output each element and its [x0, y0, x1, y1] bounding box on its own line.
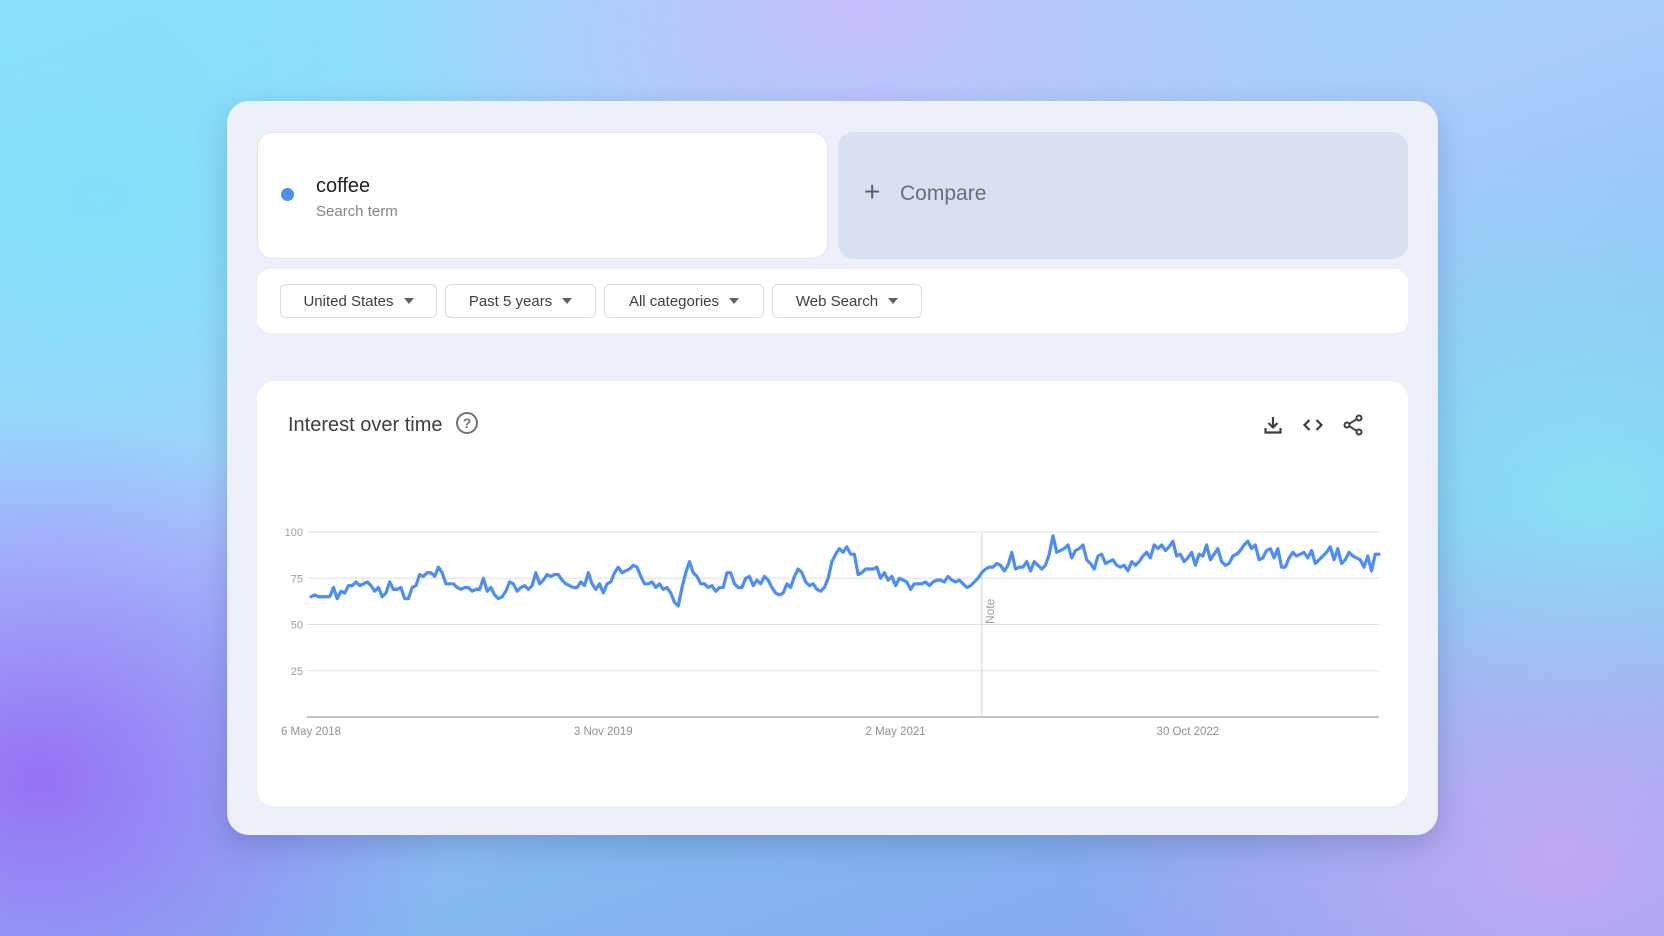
- search-type-dropdown-label: Web Search: [795, 292, 879, 310]
- line-chart: 25 50 75 100 6 May 2018 3 Nov 2019 2 May 2021…: [281, 527, 1381, 738]
- plus-icon: +: [864, 176, 881, 207]
- y-tick-label: 75: [291, 573, 303, 585]
- search-term-card[interactable]: coffee Search term: [257, 132, 828, 259]
- y-tick-label: 25: [291, 666, 303, 678]
- series-color-dot: [281, 188, 294, 201]
- x-tick-label: 30 Oct 2022: [1157, 726, 1220, 738]
- search-term-type: Search term: [316, 203, 398, 220]
- interest-over-time-card: Interest over time ? 25 50 75 100 6 May 201…: [257, 381, 1408, 806]
- region-dropdown[interactable]: United States: [280, 284, 437, 318]
- trends-panel: coffee Search term + Compare United Stat…: [227, 101, 1438, 835]
- compare-button[interactable]: + Compare: [838, 132, 1408, 259]
- y-tick-label: 100: [285, 527, 303, 539]
- category-dropdown[interactable]: All categories: [604, 284, 764, 318]
- x-tick-label: 6 May 2018: [281, 726, 341, 738]
- y-tick-label: 50: [291, 620, 303, 632]
- compare-label: Compare: [900, 182, 987, 205]
- search-term-name[interactable]: coffee: [316, 175, 370, 198]
- series-line-coffee: [309, 534, 1381, 608]
- caret-down-icon: [403, 298, 414, 304]
- caret-down-icon: [888, 298, 899, 304]
- x-tick-label: 2 May 2021: [866, 726, 926, 738]
- x-tick-label: 3 Nov 2019: [574, 726, 633, 738]
- region-dropdown-label: United States: [303, 292, 394, 310]
- filter-bar: United States Past 5 years All categorie…: [257, 269, 1408, 333]
- caret-down-icon: [562, 298, 573, 304]
- category-dropdown-label: All categories: [628, 292, 720, 310]
- time-range-dropdown-label: Past 5 years: [468, 292, 553, 310]
- note-marker-label: Note: [983, 598, 997, 624]
- time-range-dropdown[interactable]: Past 5 years: [445, 284, 596, 318]
- caret-down-icon: [729, 298, 740, 304]
- search-type-dropdown[interactable]: Web Search: [772, 284, 922, 318]
